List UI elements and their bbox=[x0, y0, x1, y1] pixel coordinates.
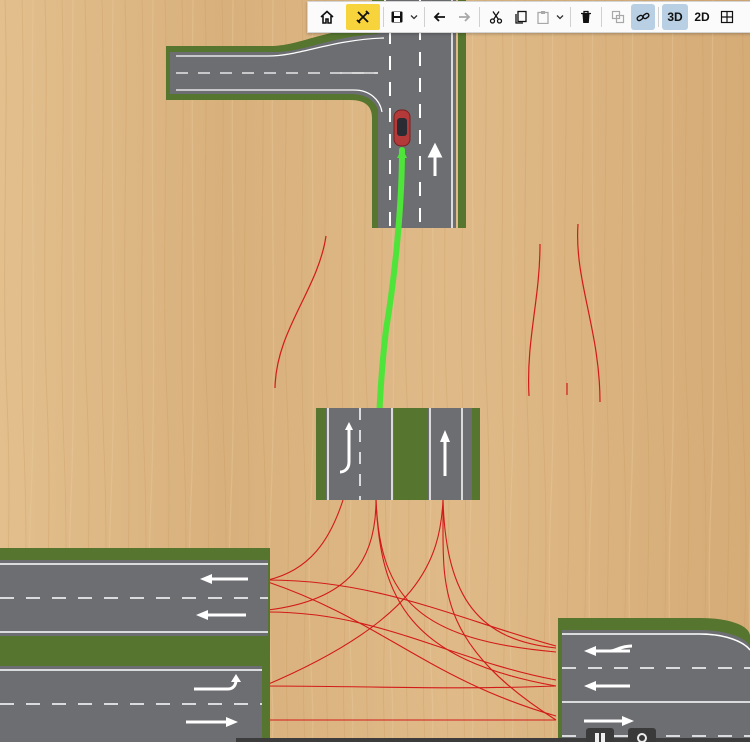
arrow-left-icon bbox=[433, 12, 445, 22]
chevron-down-icon bbox=[410, 15, 418, 20]
toolbar-separator bbox=[383, 7, 384, 27]
duplicate-icon bbox=[611, 10, 625, 24]
paste-button[interactable] bbox=[533, 4, 553, 30]
link-button[interactable] bbox=[631, 4, 655, 30]
toolbar-separator bbox=[601, 7, 602, 27]
settings-button[interactable] bbox=[628, 728, 656, 743]
save-icon bbox=[391, 11, 403, 23]
duplicate-button[interactable] bbox=[605, 4, 631, 30]
vehicle-car[interactable] bbox=[393, 109, 411, 147]
scissors-icon bbox=[489, 11, 503, 24]
undo-button[interactable] bbox=[428, 4, 452, 30]
view-2d-button[interactable]: 2D bbox=[688, 4, 716, 30]
cut-button[interactable] bbox=[483, 4, 509, 30]
toolbar-separator bbox=[570, 7, 571, 27]
bottom-dock bbox=[236, 738, 750, 742]
toolbar-separator bbox=[424, 7, 425, 27]
arrow-right-icon bbox=[459, 12, 471, 22]
road-editor-canvas[interactable] bbox=[0, 0, 750, 742]
view-3d-button[interactable]: 3D bbox=[662, 4, 688, 30]
bottom-right-road[interactable] bbox=[558, 618, 750, 742]
copy-button[interactable] bbox=[509, 4, 533, 30]
pause-icon bbox=[595, 733, 605, 742]
paste-icon bbox=[537, 11, 549, 24]
edit-tools-button[interactable] bbox=[346, 4, 380, 30]
delete-button[interactable] bbox=[574, 4, 598, 30]
redo-button[interactable] bbox=[452, 4, 476, 30]
save-button[interactable] bbox=[387, 4, 407, 30]
trash-icon bbox=[581, 10, 591, 23]
link-icon bbox=[636, 12, 650, 22]
paste-dropdown-button[interactable] bbox=[553, 4, 567, 30]
toolbar-separator bbox=[479, 7, 480, 27]
tools-icon bbox=[356, 10, 370, 24]
copy-icon bbox=[515, 10, 527, 24]
editor-toolbar: 3D 2D bbox=[307, 1, 750, 33]
home-button[interactable] bbox=[308, 4, 346, 30]
panel-toggle-button[interactable] bbox=[586, 728, 614, 742]
middle-road-segment[interactable] bbox=[316, 408, 480, 500]
save-dropdown-button[interactable] bbox=[407, 4, 421, 30]
bottom-left-road[interactable] bbox=[0, 548, 270, 742]
home-icon bbox=[320, 10, 334, 24]
grid-icon bbox=[720, 10, 734, 24]
toolbar-separator bbox=[658, 7, 659, 27]
chevron-down-icon bbox=[556, 15, 564, 20]
gear-icon bbox=[637, 733, 647, 743]
grid-toggle-button[interactable] bbox=[716, 4, 738, 30]
